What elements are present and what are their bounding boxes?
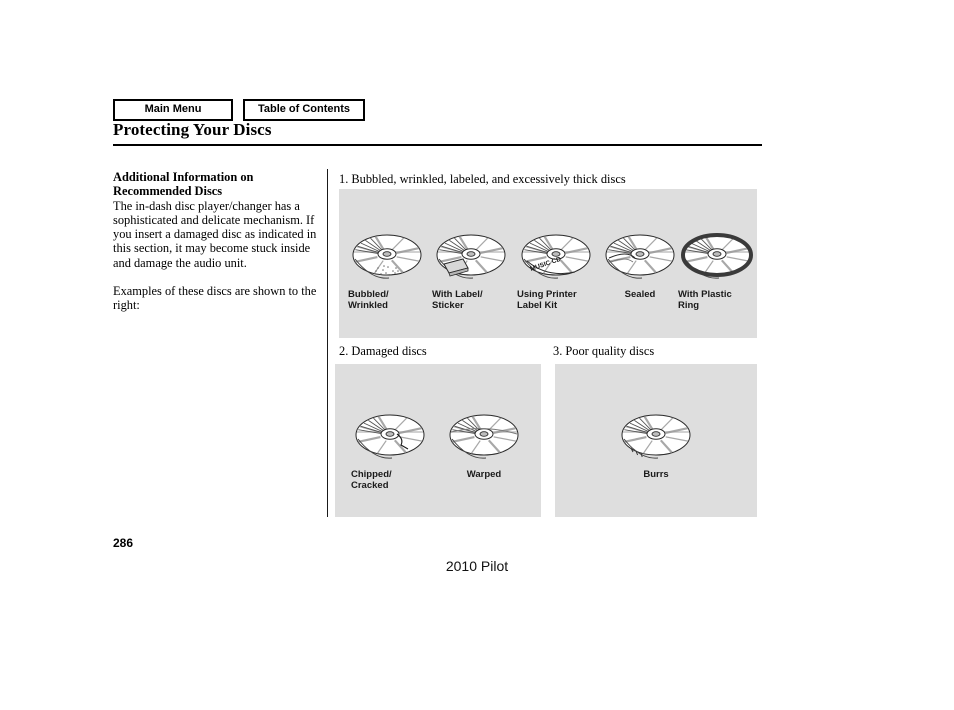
figure-1-caption: 1. Bubbled, wrinkled, labeled, and exces… [339,172,626,186]
disc-illustration-burrs: Burrs [617,408,695,480]
disc-label: With Label/ Sticker [432,289,483,311]
disc-label: With Plastic Ring [678,289,732,311]
disc-label: Bubbled/ Wrinkled [348,289,389,311]
disc-plastic-ring-icon [678,228,756,284]
main-menu-button[interactable]: Main Menu [113,99,233,121]
disc-sticker-icon [432,228,510,284]
disc-illustration-printer-label: MUSIC CD Using Printer Label Kit [517,228,595,311]
left-text-column: Additional Information on Recommended Di… [113,170,321,313]
disc-illustration-chipped: Chipped/ Cracked [351,408,429,491]
disc-chipped-icon [351,408,429,464]
disc-label: Warped [466,469,502,480]
disc-label: Chipped/ Cracked [351,469,392,491]
page-number: 286 [113,536,134,550]
disc-label: Using Printer Label Kit [517,289,577,311]
left-column-subheading: Additional Information on Recommended Di… [113,170,254,199]
disc-label: Sealed [624,289,656,300]
disc-illustration-plastic-ring: With Plastic Ring [678,228,756,311]
table-of-contents-button[interactable]: Table of Contents [243,99,365,121]
disc-bubbled-icon [348,228,426,284]
title-divider-rule [113,144,762,146]
figure-2-caption: 2. Damaged discs [339,344,427,358]
disc-illustration-sticker: With Label/ Sticker [432,228,510,311]
top-navigation-bar: Main Menu Table of Contents [113,99,365,121]
disc-illustration-sealed: Sealed [601,228,679,300]
disc-sealed-icon [601,228,679,284]
disc-burrs-icon [617,408,695,464]
disc-illustration-warped: Warped [445,408,523,480]
disc-illustration-bubbled: Bubbled/ Wrinkled [348,228,426,311]
model-name: 2010 Pilot [445,558,509,574]
left-column-paragraph-2: Examples of these discs are shown to the… [113,284,317,313]
disc-printer-label-icon: MUSIC CD [517,228,595,284]
figure-3-caption: 3. Poor quality discs [553,344,655,358]
page-title: Protecting Your Discs [113,120,272,139]
column-divider [327,169,328,517]
disc-label: Burrs [643,469,669,480]
disc-warped-icon [445,408,523,464]
left-column-paragraph-1: The in-dash disc player/changer has a so… [113,198,317,270]
